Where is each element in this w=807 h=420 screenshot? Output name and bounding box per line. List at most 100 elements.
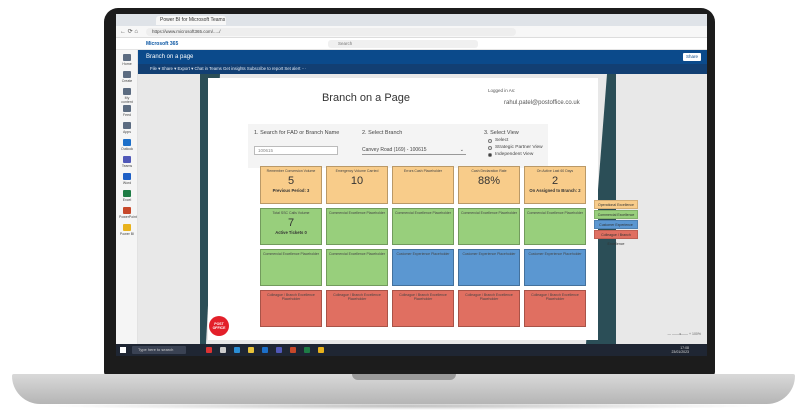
branch-select-value: Canvey Road (169) - 100615 xyxy=(362,147,427,153)
browser-address-bar: ← ⟳ ⌂ https://www.microsoft365.com/.....… xyxy=(116,26,707,38)
kpi-tile[interactable]: Commercial Excellence Placeholder xyxy=(392,208,454,245)
rail-item-create[interactable]: Create xyxy=(119,71,135,83)
view-radio-option[interactable]: Independent View xyxy=(488,152,533,157)
view-radio-option[interactable]: Select xyxy=(488,138,508,143)
rail-item-home[interactable]: Home xyxy=(119,54,135,66)
view-radio-label: Independent View xyxy=(495,152,534,157)
tile-title: Emergency Volume Carried xyxy=(335,169,379,173)
tile-title: Colleague / Branch Excellence Placeholde… xyxy=(333,293,381,301)
powerbi-icon[interactable] xyxy=(318,347,324,353)
tile-title: Commercial Excellence Placeholder xyxy=(460,211,518,215)
zoom-control[interactable]: — ——●—— + 100% xyxy=(667,332,701,336)
kpi-tile[interactable]: Colleague / Branch Excellence Placeholde… xyxy=(524,290,586,327)
rail-item-teams[interactable]: Teams xyxy=(119,156,135,168)
tile-subtitle: Previous Period: 3 xyxy=(272,188,310,193)
view-select-label: 3. Select View xyxy=(484,130,519,136)
powerpoint-icon xyxy=(123,207,131,214)
kpi-tile[interactable]: Customer Experience Placeholder xyxy=(392,249,454,286)
clock-date: 23/01/2023 xyxy=(671,350,689,354)
file-explorer-icon[interactable] xyxy=(248,347,254,353)
taskbar-clock[interactable]: 17:08 23/01/2023 xyxy=(671,346,689,354)
rail-item-label: Feed xyxy=(123,113,131,117)
m365-app-title[interactable]: Microsoft 365 xyxy=(146,41,178,47)
legend-item: Operational Excellence xyxy=(594,200,638,209)
browser-tab-bar: Power BI for Microsoft Teams & ... xyxy=(116,14,707,26)
rail-item-power-bi[interactable]: Power BI xyxy=(119,224,135,236)
taskbar-search-input[interactable]: Type here to search xyxy=(132,346,186,354)
rail-item-label: Create xyxy=(121,79,133,83)
tile-title: Commercial Excellence Placeholder xyxy=(262,252,320,256)
rail-item-outlook[interactable]: Outlook xyxy=(119,139,135,151)
rail-item-word[interactable]: Word xyxy=(119,173,135,185)
teams-icon[interactable] xyxy=(276,347,282,353)
tile-title: On Active Last 60 Days xyxy=(536,169,574,173)
fad-search-input[interactable]: 100615 xyxy=(254,146,338,155)
view-radio-label: Select xyxy=(495,138,509,143)
kpi-tile[interactable]: Remember Conversion Volume 5 Previous Peri… xyxy=(260,166,322,204)
kpi-tile[interactable]: Colleague / Branch Excellence Placeholde… xyxy=(392,290,454,327)
share-button[interactable]: Share xyxy=(683,53,701,61)
browser-tab[interactable]: Power BI for Microsoft Teams & ... xyxy=(156,15,226,25)
powerpoint-icon[interactable] xyxy=(290,347,296,353)
rail-item-my-content[interactable]: My content xyxy=(119,88,135,104)
tile-value: 88% xyxy=(477,175,501,187)
kpi-tile[interactable]: Total SSC Calls Volume 7 Active Tickets 0 xyxy=(260,208,322,245)
task-view-icon[interactable] xyxy=(220,347,226,353)
kpi-tile[interactable]: Colleague / Branch Excellence Placeholde… xyxy=(260,290,322,327)
kpi-tile[interactable]: Customer Experience Placeholder xyxy=(458,249,520,286)
browser-nav-icons[interactable]: ← ⟳ ⌂ xyxy=(120,28,138,35)
kpi-tile[interactable]: Commercial Excellence Placeholder xyxy=(260,249,322,286)
kpi-tile[interactable]: Colleague / Branch Excellence Placeholde… xyxy=(326,290,388,327)
tile-title: Commercial Excellence Placeholder xyxy=(394,211,452,215)
report-command-bar[interactable]: File ▾ Share ▾ Export ▾ Chat in Teams Ge… xyxy=(138,64,707,74)
word-icon xyxy=(123,173,131,180)
tile-title: Colleague / Branch Excellence Placeholde… xyxy=(465,293,513,301)
edge-icon[interactable] xyxy=(234,347,240,353)
rail-item-label: Teams xyxy=(121,164,133,168)
radio-circle-icon xyxy=(488,138,492,143)
user-email: rahul.patel@postoffice.co.uk xyxy=(504,100,580,106)
excel-icon[interactable] xyxy=(304,347,310,353)
m365-header: Microsoft 365 Search xyxy=(116,38,707,50)
teams-icon xyxy=(123,156,131,163)
kpi-tile[interactable]: Commercial Excellence Placeholder xyxy=(458,208,520,245)
rail-item-powerpoint[interactable]: PowerPoint xyxy=(119,207,137,219)
excel-icon xyxy=(123,190,131,197)
branch-select[interactable]: Canvey Road (169) - 100615 ⌄ xyxy=(362,146,466,155)
tile-title: Commercial Excellence Placeholder xyxy=(328,252,386,256)
tile-title: Customer Experience Placeholder xyxy=(396,252,450,256)
kpi-tile[interactable]: Emergency Volume Carried 10 xyxy=(326,166,388,204)
tile-title: Colleague / Branch Excellence Placeholde… xyxy=(267,293,315,301)
tile-value: 2 xyxy=(551,175,559,187)
tile-title: Colleague / Branch Excellence Placeholde… xyxy=(399,293,447,301)
rail-item-label: Home xyxy=(122,62,132,66)
rail-item-feed[interactable]: Feed xyxy=(119,105,135,117)
tile-title: Customer Experience Placeholder xyxy=(528,252,582,256)
kpi-tile[interactable]: Colleague / Branch Excellence Placeholde… xyxy=(458,290,520,327)
kpi-tile[interactable]: Errors Cash Placeholder xyxy=(392,166,454,204)
my-content-icon xyxy=(123,88,131,95)
kpi-tile[interactable]: Commercial Excellence Placeholder xyxy=(326,249,388,286)
tile-title: Remember Conversion Volume xyxy=(266,169,316,173)
chrome-icon[interactable] xyxy=(206,347,212,353)
rail-item-excel[interactable]: Excel xyxy=(119,190,135,202)
kpi-tile[interactable]: Customer Experience Placeholder xyxy=(524,249,586,286)
windows-taskbar: Type here to search 17:08 23/01/2023 xyxy=(116,344,707,356)
left-app-rail: Home Create My content Feed Apps Outlook Teams… xyxy=(116,50,138,344)
rail-item-apps[interactable]: Apps xyxy=(119,122,135,134)
feed-icon xyxy=(123,105,131,112)
kpi-tile[interactable]: Commercial Excellence Placeholder xyxy=(326,208,388,245)
kpi-tile[interactable]: Cash Declaration Rate 88% xyxy=(458,166,520,204)
view-radio-option[interactable]: Strategic Partner View xyxy=(488,145,543,150)
m365-search-input[interactable]: Search xyxy=(328,40,478,48)
tile-value: 10 xyxy=(350,175,364,187)
kpi-tile[interactable]: On Active Last 60 Days 2 On Assigned to Br… xyxy=(524,166,586,204)
url-field[interactable]: https://www.microsoft365.com/...../ xyxy=(146,27,516,36)
home-icon xyxy=(123,54,131,61)
outlook-icon[interactable] xyxy=(262,347,268,353)
rail-item-label: Outlook xyxy=(120,147,134,151)
report-name[interactable]: Branch on a page xyxy=(146,54,193,60)
kpi-tile[interactable]: Commercial Excellence Placeholder xyxy=(524,208,586,245)
outlook-icon xyxy=(123,139,131,146)
windows-start-icon[interactable] xyxy=(120,347,126,353)
